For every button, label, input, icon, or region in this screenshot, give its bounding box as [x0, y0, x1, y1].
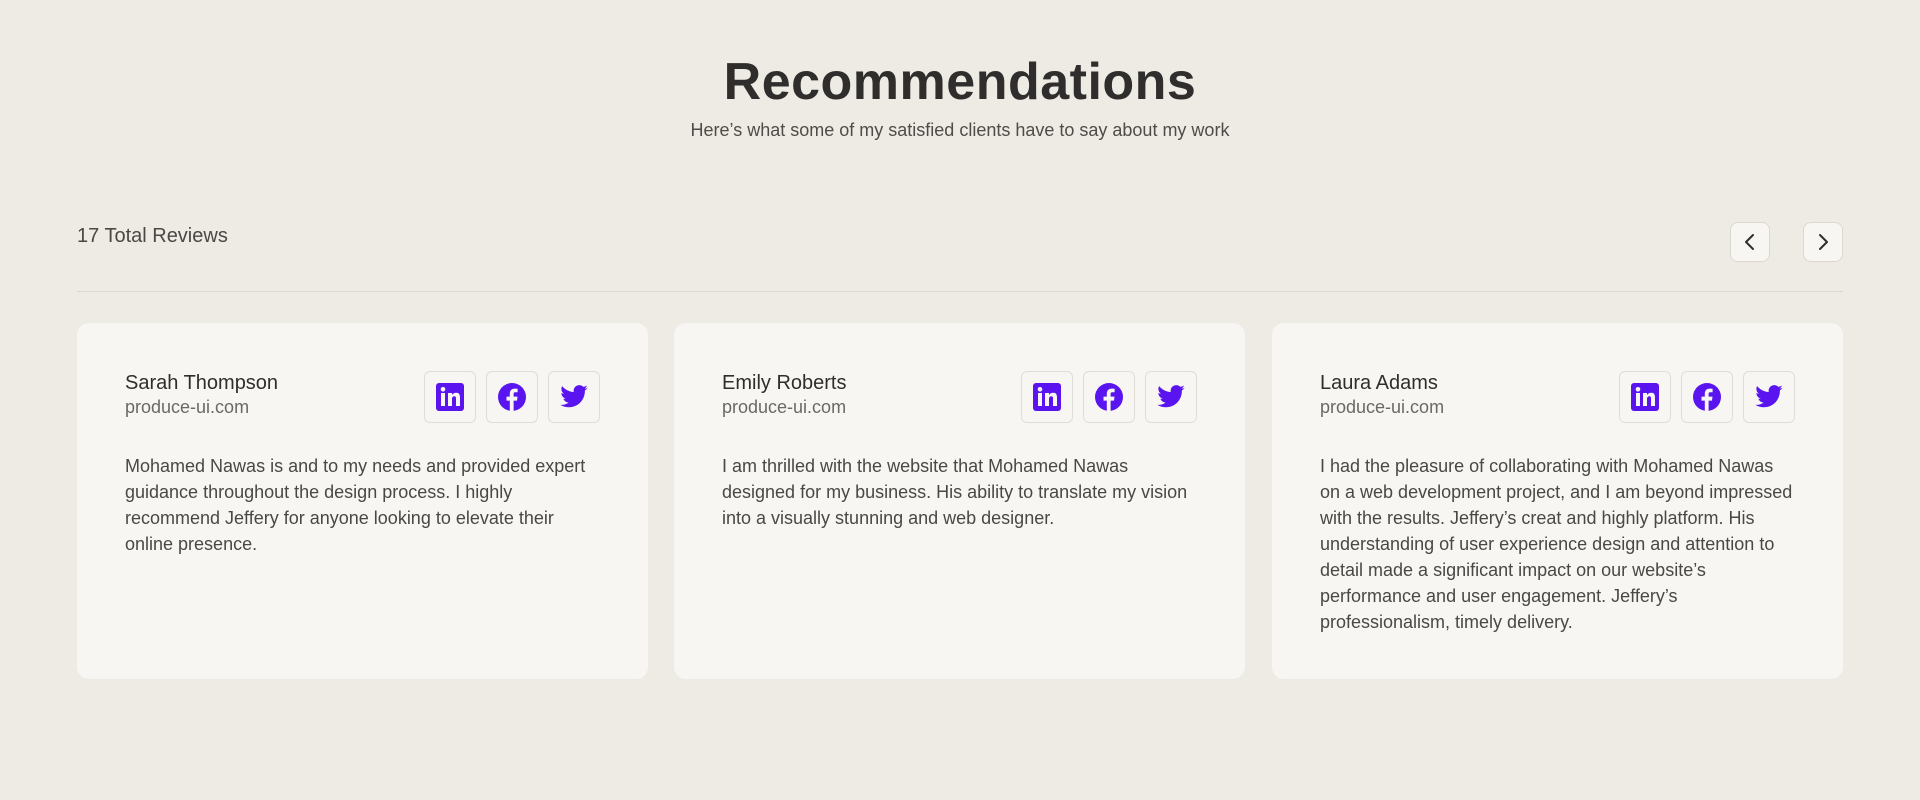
linkedin-button[interactable]: [1619, 371, 1671, 423]
review-card-header: Emily Roberts produce-ui.com: [722, 371, 1197, 423]
facebook-icon: [498, 383, 526, 411]
review-text: Mohamed Nawas is and to my needs and pro…: [125, 456, 586, 554]
linkedin-icon: [436, 383, 464, 411]
review-text: I had the pleasure of collaborating with…: [1320, 456, 1793, 632]
review-card: Laura Adams produce-ui.com I had the ple…: [1272, 323, 1843, 679]
recommendations-page: Recommendations Here’s what some of my s…: [0, 0, 1920, 800]
previous-button[interactable]: [1730, 222, 1770, 262]
next-button[interactable]: [1803, 222, 1843, 262]
facebook-button[interactable]: [486, 371, 538, 423]
review-text: I am thrilled with the website that Moha…: [722, 456, 1188, 528]
facebook-button[interactable]: [1083, 371, 1135, 423]
social-links: [1021, 371, 1197, 423]
reviewer-name: Laura Adams: [1320, 372, 1438, 394]
twitter-icon: [560, 385, 588, 408]
review-card-header: Laura Adams produce-ui.com: [1320, 371, 1795, 423]
page-title: Recommendations: [723, 53, 1197, 111]
facebook-button[interactable]: [1681, 371, 1733, 423]
reviewer-name: Emily Roberts: [722, 372, 847, 394]
linkedin-icon: [1631, 383, 1659, 411]
facebook-icon: [1693, 383, 1721, 411]
total-reviews-count: 17 Total Reviews: [77, 225, 228, 247]
social-links: [424, 371, 600, 423]
review-cards: Sarah Thompson produce-ui.com Mohamed Na…: [77, 323, 1843, 679]
reviewer-website: produce-ui.com: [125, 397, 250, 417]
twitter-icon: [1157, 385, 1185, 408]
chevron-right-icon: [1819, 234, 1828, 250]
section-header: Recommendations Here’s what some of my s…: [0, 52, 1920, 142]
twitter-icon: [1755, 385, 1783, 408]
reviews-toolbar: 17 Total Reviews: [77, 218, 1843, 292]
facebook-icon: [1095, 383, 1123, 411]
reviewer-name: Sarah Thompson: [125, 372, 279, 394]
linkedin-icon: [1033, 383, 1061, 411]
chevron-left-icon: [1745, 234, 1754, 250]
review-card: Emily Roberts produce-ui.com I am thrill…: [674, 323, 1245, 679]
review-card-header: Sarah Thompson produce-ui.com: [125, 371, 600, 423]
reviewer-website: produce-ui.com: [1320, 397, 1445, 417]
social-links: [1619, 371, 1795, 423]
page-subtitle: Here’s what some of my satisfied clients…: [690, 120, 1230, 140]
reviewer-website: produce-ui.com: [722, 397, 847, 417]
twitter-button[interactable]: [1743, 371, 1795, 423]
linkedin-button[interactable]: [1021, 371, 1073, 423]
twitter-button[interactable]: [548, 371, 600, 423]
twitter-button[interactable]: [1145, 371, 1197, 423]
review-card: Sarah Thompson produce-ui.com Mohamed Na…: [77, 323, 648, 679]
linkedin-button[interactable]: [424, 371, 476, 423]
